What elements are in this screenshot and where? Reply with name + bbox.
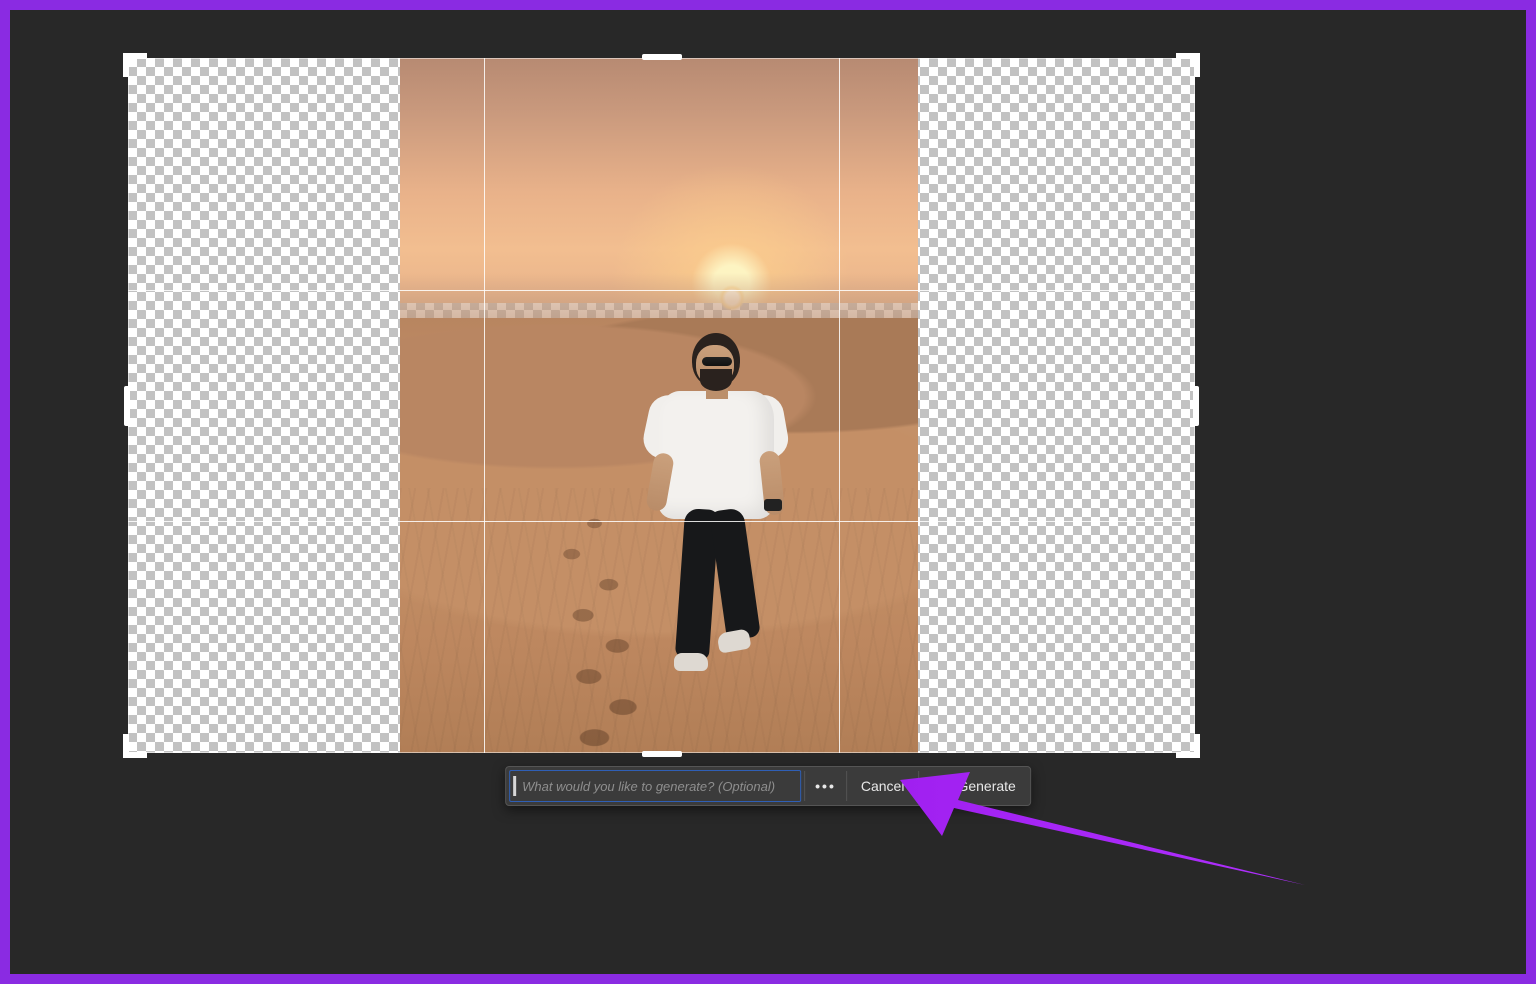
image-content: [400, 58, 918, 753]
crop-handle-bottom-right[interactable]: [1176, 734, 1200, 758]
more-options-button[interactable]: •••: [805, 767, 846, 805]
prompt-field-wrap[interactable]: [509, 770, 801, 802]
crop-handle-bottom-left[interactable]: [123, 734, 147, 758]
ellipsis-icon: •••: [815, 778, 836, 794]
crop-handle-bottom[interactable]: [642, 751, 682, 757]
crop-handle-top-left[interactable]: [123, 53, 147, 77]
crop-handle-top-right[interactable]: [1176, 53, 1200, 77]
app-window: ••• Cancel Generate: [10, 10, 1526, 974]
cancel-label: Cancel: [861, 778, 905, 794]
crop-handle-right[interactable]: [1193, 386, 1199, 426]
generate-icon: [933, 778, 949, 794]
generate-button[interactable]: Generate: [919, 767, 1029, 805]
crop-handle-top[interactable]: [642, 54, 682, 60]
crop-canvas[interactable]: [128, 58, 1195, 753]
crop-handle-left[interactable]: [124, 386, 130, 426]
cancel-button[interactable]: Cancel: [847, 767, 919, 805]
prompt-input[interactable]: [516, 779, 800, 794]
generative-expand-toolbar: ••• Cancel Generate: [505, 766, 1031, 806]
generate-label: Generate: [957, 778, 1015, 794]
